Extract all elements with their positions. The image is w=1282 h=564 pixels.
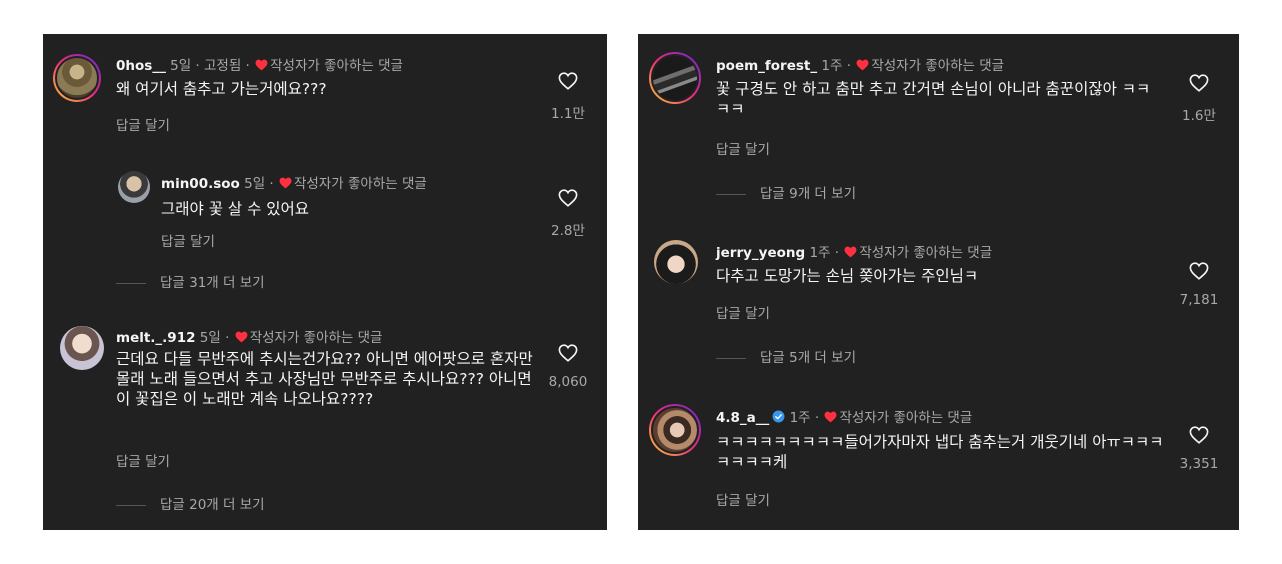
view-more-replies-label: 답글 5개 더 보기 — [760, 350, 856, 366]
comments-panel-right: poem_forest_ 1주 · 작성자가 좋아하는 댓글 꽃 구경도 안 하… — [638, 34, 1239, 530]
username[interactable]: 0hos__ — [116, 58, 166, 74]
heart-outline-icon — [1189, 426, 1209, 444]
username[interactable]: poem_forest_ — [716, 58, 817, 74]
red-heart-icon — [825, 411, 837, 423]
comment-meta: 1주 · — [785, 410, 824, 426]
username[interactable]: melt._.912 — [116, 330, 196, 346]
like-count: 7,181 — [1179, 292, 1219, 308]
red-heart-icon — [844, 246, 857, 258]
username[interactable]: jerry_yeong — [716, 245, 805, 261]
like-button[interactable]: 1.6만 — [1174, 74, 1224, 124]
view-more-replies-label: 답글 9개 더 보기 — [760, 186, 856, 202]
heart-outline-icon — [558, 189, 578, 207]
comment-text: 꽃 구경도 안 하고 춤만 추고 간거면 손님이 아니라 춤꾼이잖아 ㅋㅋㅋㅋ — [716, 80, 1151, 118]
author-liked-label: 작성자가 좋아하는 댓글 — [294, 176, 427, 192]
author-liked-label: 작성자가 좋아하는 댓글 — [270, 58, 403, 74]
comment-meta: 5일 · — [195, 330, 234, 346]
like-button[interactable]: 7,181 — [1174, 262, 1224, 308]
view-more-replies[interactable]: 답글 5개 더 보기 — [716, 346, 856, 366]
comment-meta: 5일 · 고정됨 · — [165, 58, 255, 74]
like-button[interactable]: 3,351 — [1174, 426, 1224, 472]
avatar[interactable] — [649, 52, 701, 104]
view-more-replies-label: 답글 31개 더 보기 — [160, 275, 265, 291]
reply-button[interactable]: 답글 달기 — [116, 450, 170, 470]
avatar[interactable] — [654, 240, 698, 284]
like-count: 1.6만 — [1182, 108, 1216, 124]
comments-panel-left: 0hos__ 5일 · 고정됨 · 작성자가 좋아하는 댓글 왜 여기서 춤추고… — [43, 34, 607, 530]
author-liked-label: 작성자가 좋아하는 댓글 — [839, 410, 973, 426]
reply-button[interactable]: 답글 달기 — [716, 302, 770, 322]
view-more-replies[interactable]: 답글 31개 더 보기 — [116, 271, 265, 291]
comment-text: 그래야 꽃 살 수 있어요 — [161, 200, 310, 218]
author-liked-label: 작성자가 좋아하는 댓글 — [871, 58, 1005, 74]
username[interactable]: min00.soo — [161, 176, 240, 192]
author-liked-label: 작성자가 좋아하는 댓글 — [859, 245, 993, 261]
divider-line — [716, 193, 746, 195]
avatar[interactable] — [118, 171, 150, 203]
red-heart-icon — [856, 59, 869, 71]
like-count: 8,060 — [548, 374, 588, 390]
like-button[interactable]: 8,060 — [543, 344, 593, 390]
like-button[interactable]: 2.8만 — [543, 189, 593, 239]
avatar[interactable] — [53, 54, 101, 102]
like-count: 3,351 — [1179, 456, 1219, 472]
red-heart-icon — [279, 177, 292, 189]
divider-line — [116, 504, 146, 506]
verified-badge-icon — [772, 410, 785, 423]
view-more-replies-label: 답글 20개 더 보기 — [160, 497, 265, 513]
avatar[interactable] — [649, 404, 701, 456]
reply-button[interactable]: 답글 달기 — [716, 138, 770, 158]
comment-text: 근데요 다들 무반주에 추시는건가요?? 아니면 에어팟으로 혼자만 몰래 노래… — [116, 350, 533, 408]
comment-text: 다추고 도망가는 손님 쫒아가는 주인님ㅋ — [716, 267, 979, 285]
divider-line — [716, 357, 746, 359]
red-heart-icon — [235, 331, 248, 343]
view-more-replies[interactable]: 답글 20개 더 보기 — [116, 493, 265, 513]
heart-outline-icon — [1189, 74, 1209, 92]
comment-text: ㅋㅋㅋㅋㅋㅋㅋㅋㅋ들어가자마자 냅다 춤추는거 개웃기네 아ㅠㅋㅋㅋㅋㅋㅋㅋ케 — [716, 433, 1164, 471]
avatar[interactable] — [60, 326, 104, 370]
reply-button[interactable]: 답글 달기 — [161, 230, 215, 250]
heart-outline-icon — [558, 344, 578, 362]
username[interactable]: 4.8_a__ — [716, 410, 769, 426]
comment-meta: 1주 · — [817, 58, 856, 74]
heart-outline-icon — [558, 72, 578, 90]
comment-meta: 1주 · — [805, 245, 844, 261]
like-button[interactable]: 1.1만 — [543, 72, 593, 122]
comment-text: 왜 여기서 춤추고 가는거에요??? — [116, 80, 327, 98]
like-count: 2.8만 — [551, 223, 585, 239]
reply-button[interactable]: 답글 달기 — [116, 114, 170, 134]
red-heart-icon — [255, 59, 268, 71]
heart-outline-icon — [1189, 262, 1209, 280]
view-more-replies[interactable]: 답글 9개 더 보기 — [716, 182, 856, 202]
divider-line — [116, 282, 146, 284]
author-liked-label: 작성자가 좋아하는 댓글 — [249, 330, 383, 346]
like-count: 1.1만 — [551, 106, 585, 122]
comment-meta: 5일 · — [239, 176, 278, 192]
reply-button[interactable]: 답글 달기 — [716, 489, 770, 509]
